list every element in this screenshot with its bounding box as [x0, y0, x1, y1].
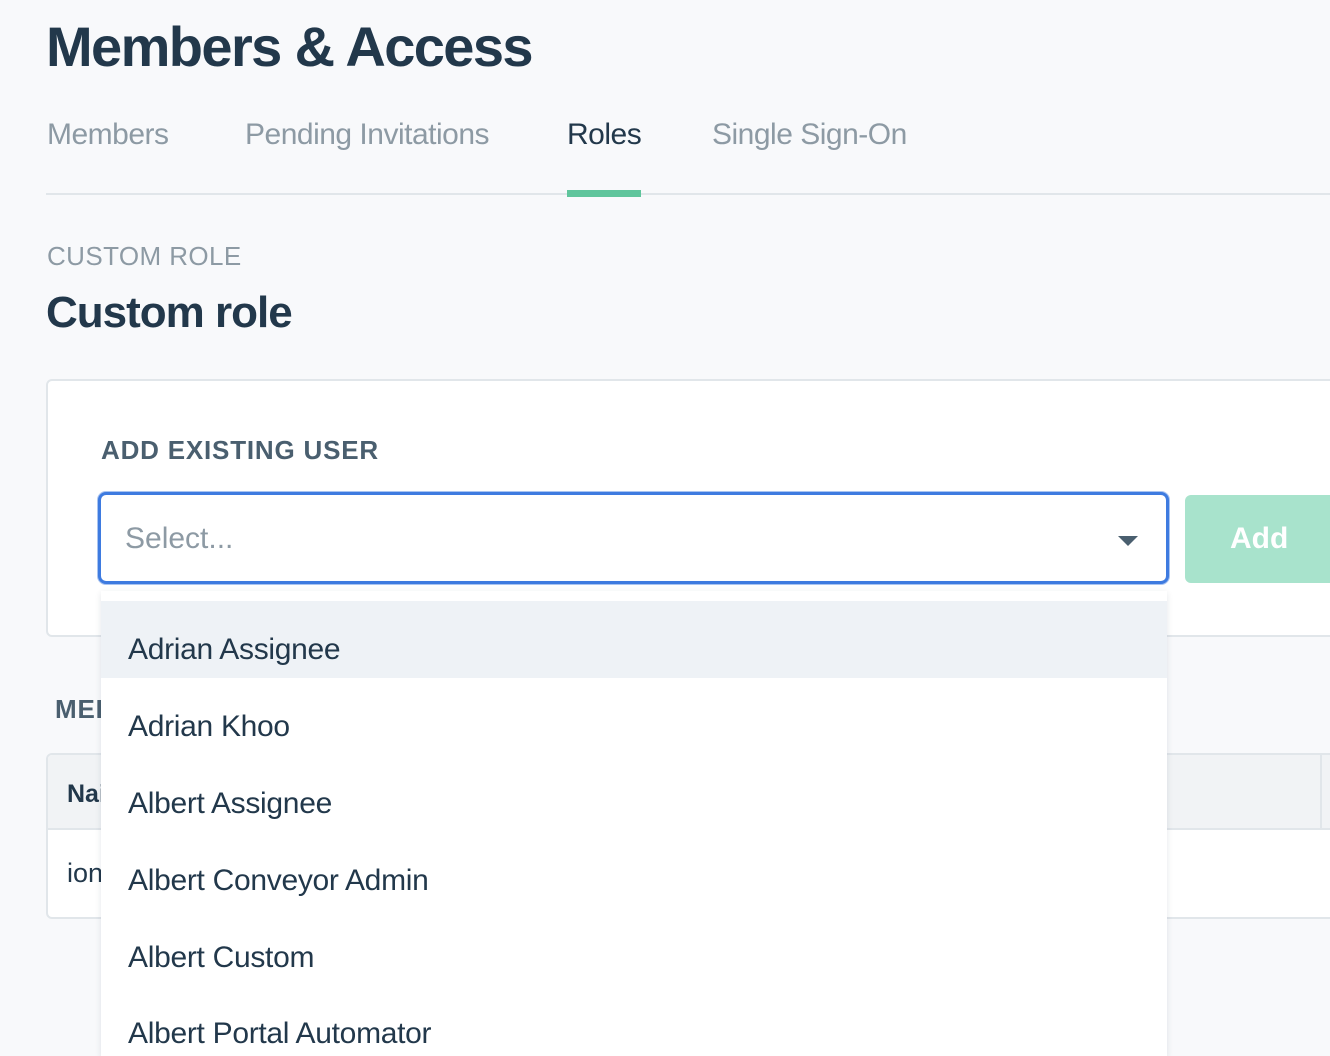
dropdown-option[interactable]: Adrian Khoo: [101, 678, 1167, 755]
user-dropdown-menu: Adrian Assignee Adrian Khoo Albert Assig…: [101, 591, 1167, 1056]
dropdown-option-label: Adrian Assignee: [128, 633, 341, 666]
dropdown-option-label: Albert Assignee: [128, 787, 332, 820]
table-cell-name: ion: [67, 858, 104, 888]
dropdown-option-label: Adrian Khoo: [128, 710, 290, 743]
dropdown-option[interactable]: Albert Portal Automator: [101, 985, 1167, 1056]
tab-bar: Members Pending Invitations Roles Single…: [46, 96, 1330, 197]
chevron-down-icon[interactable]: [1118, 536, 1138, 546]
select-placeholder: Select...: [125, 522, 234, 555]
column-divider: [1320, 755, 1322, 830]
dropdown-option[interactable]: Albert Conveyor Admin: [101, 832, 1167, 909]
dropdown-option[interactable]: Albert Assignee: [101, 755, 1167, 832]
role-kicker: CUSTOM ROLE: [47, 241, 242, 271]
members-heading: MEI: [55, 694, 104, 724]
user-select[interactable]: Select...: [98, 492, 1169, 584]
dropdown-option[interactable]: Albert Custom: [101, 909, 1167, 986]
page-title: Members & Access: [46, 15, 534, 78]
role-title: Custom role: [46, 288, 293, 337]
add-existing-user-label: ADD EXISTING USER: [101, 435, 379, 465]
members-access-page: Members & Access Members Pending Invitat…: [0, 0, 1330, 1056]
dropdown-option-label: Albert Conveyor Admin: [128, 864, 429, 897]
tab-roles[interactable]: Roles: [567, 118, 642, 197]
dropdown-option-label: Albert Custom: [128, 941, 315, 974]
dropdown-option[interactable]: Adrian Assignee: [101, 601, 1167, 678]
tab-single-sign-on[interactable]: Single Sign-On: [712, 118, 907, 195]
dropdown-option-label: Albert Portal Automator: [128, 1017, 432, 1050]
tab-pending-invitations[interactable]: Pending Invitations: [245, 118, 490, 195]
add-button[interactable]: Add: [1185, 495, 1330, 583]
tab-members[interactable]: Members: [47, 118, 169, 195]
